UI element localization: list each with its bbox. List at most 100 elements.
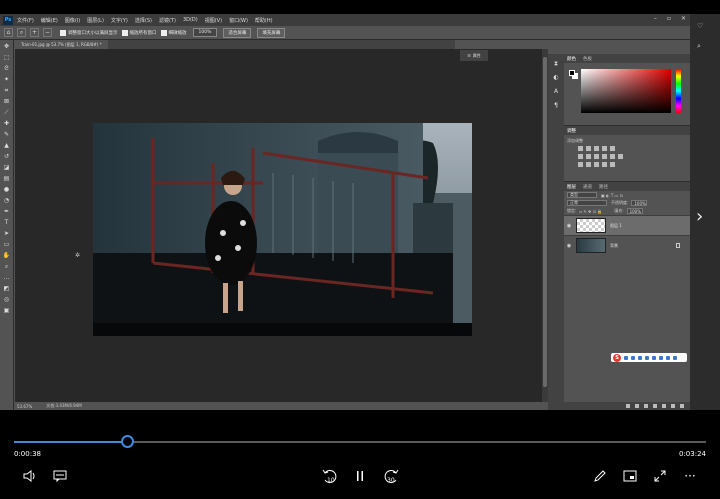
trash-icon	[680, 404, 684, 408]
shape-tool-icon: ▭	[3, 240, 10, 248]
photo-filter-icon	[602, 154, 607, 159]
svg-text:30: 30	[387, 477, 395, 484]
cursor-icon: ✲	[75, 252, 81, 259]
scrubby-zoom-label: 细微缩放	[168, 30, 187, 36]
skip-forward-icon: 30	[384, 469, 399, 484]
zoom-value: 100%	[192, 28, 218, 37]
threshold-icon	[594, 162, 599, 167]
menu-image: 图像(I)	[64, 17, 81, 24]
eraser-tool-icon: ◪	[3, 163, 10, 171]
fullscreen-icon	[654, 470, 666, 482]
ime-icon-8	[673, 355, 677, 360]
blur-tool-icon: ●	[3, 185, 10, 193]
pause-button[interactable]	[350, 466, 370, 486]
menu-3d: 3D(D)	[182, 17, 198, 23]
zoom-tool-icon: ⌕	[17, 28, 26, 37]
paragraph-panel-icon: ¶	[554, 101, 558, 109]
volume-button[interactable]	[20, 466, 40, 486]
current-time: 0:00:38	[14, 450, 41, 458]
zoom-tool-side-icon: ⌕	[4, 262, 9, 270]
doc-tab: Train-01.jpg @ 53.7% (图层 1, RGB/8#) *	[15, 40, 108, 49]
menu-filter: 滤镜(T)	[158, 17, 176, 24]
seek-thumb[interactable]	[121, 435, 135, 448]
skip-forward-button[interactable]: 30	[381, 466, 401, 486]
selective-color-icon	[610, 162, 615, 167]
magic-wand-icon: ✦	[3, 75, 10, 83]
fx-icon	[635, 404, 639, 408]
path-select-icon: ➤	[3, 229, 10, 237]
more-button[interactable]: ···	[680, 466, 700, 486]
tab-channels: 通道	[583, 184, 592, 190]
vibrance-icon	[610, 146, 615, 151]
ps-logo: Ps	[3, 15, 13, 25]
ime-icon-1	[624, 355, 628, 360]
hue-slider	[676, 69, 681, 113]
adjust-icons-row-1	[564, 146, 690, 151]
screen-mode-icon: ▣	[3, 306, 10, 314]
history-panel-icon: ⧗	[553, 59, 559, 67]
marquee-tool-icon: ⬚	[3, 53, 10, 61]
edit-button[interactable]	[590, 466, 610, 486]
eyedropper-icon: ⟋	[4, 108, 9, 116]
subtitles-button[interactable]	[50, 466, 70, 486]
ime-icon-2	[631, 355, 635, 360]
layer-filter-row: 类型 ▣ ◐ T ▭ ⊡	[564, 191, 690, 199]
lock-icons: ▫ ✎ ✥ ⊡ 🔒	[579, 208, 603, 214]
color-panel-tabs: 颜色 色板	[564, 54, 690, 63]
menu-edit: 编辑(E)	[40, 17, 58, 24]
layer-thumb-photo	[576, 238, 606, 253]
menu-help: 帮助(H)	[254, 17, 273, 24]
fullscreen-button[interactable]	[650, 466, 670, 486]
miniplayer-icon	[623, 470, 637, 482]
zoom-in-icon: +	[30, 28, 39, 37]
minimize-icon: –	[653, 15, 657, 22]
zoom-out-icon: −	[43, 28, 52, 37]
status-doc-size: 文档:3.43M/6.94M	[46, 403, 82, 408]
more-icon: ···	[684, 469, 696, 483]
tab-adjust: 调整	[567, 128, 576, 134]
ime-icon-4	[645, 355, 649, 360]
ime-icon-7	[666, 355, 670, 360]
lasso-tool-icon: ᘓ	[4, 64, 9, 72]
layer-name: 背景	[610, 242, 618, 248]
gradient-tool-icon: ▤	[3, 174, 10, 182]
menu-select: 选择(S)	[134, 17, 152, 24]
seek-bar[interactable]	[14, 435, 706, 448]
quick-mask-icon: ◎	[3, 295, 10, 303]
posterize-icon	[586, 162, 591, 167]
lock-label: 锁定:	[567, 208, 577, 213]
color-picker-field	[581, 69, 671, 113]
opacity-label: 不透明度:	[611, 200, 629, 205]
menu-window: 窗口(W)	[229, 17, 248, 24]
history-brush-icon: ↺	[3, 152, 10, 160]
move-tool-icon: ✥	[3, 42, 10, 50]
miniplayer-button[interactable]	[620, 466, 640, 486]
hand-tool-icon: ✋	[2, 251, 11, 259]
skip-back-button[interactable]: 10	[320, 466, 340, 486]
color-panel	[564, 63, 690, 125]
properties-label: 属性	[472, 52, 481, 58]
panel-dock-strip: ⧗ ◐ A ¶	[548, 54, 564, 410]
properties-icon: ☰	[467, 53, 471, 58]
ime-toolbar: S	[611, 353, 687, 362]
tab-swatches: 色板	[583, 56, 592, 62]
next-chevron-icon[interactable]: ›	[696, 206, 703, 227]
total-time: 0:03:24	[679, 450, 706, 458]
brush-tool-icon: ✎	[3, 130, 10, 138]
volume-icon	[23, 470, 35, 482]
resize-windows-label: 调整窗口大小以满屏显示	[68, 30, 118, 36]
scrubby-zoom-checkbox	[160, 29, 167, 36]
status-zoom: 53.67%	[17, 403, 33, 409]
opacity-input: 100%	[631, 200, 648, 206]
search-icon: ⌕	[697, 42, 701, 50]
scroll-thumb	[543, 57, 547, 387]
ime-icon-3	[638, 355, 642, 360]
zoom-all-checkbox	[121, 29, 128, 36]
layer-thumb-transparent	[576, 218, 606, 233]
home-icon: ⌂	[4, 28, 13, 37]
frame-tool-icon: ⊠	[3, 97, 10, 105]
close-icon: ✕	[680, 15, 686, 22]
skip-back-icon: 10	[322, 469, 337, 484]
adjustments-panel: 调整 添加调整	[564, 125, 690, 181]
layer-filter-select: 类型	[567, 192, 597, 198]
